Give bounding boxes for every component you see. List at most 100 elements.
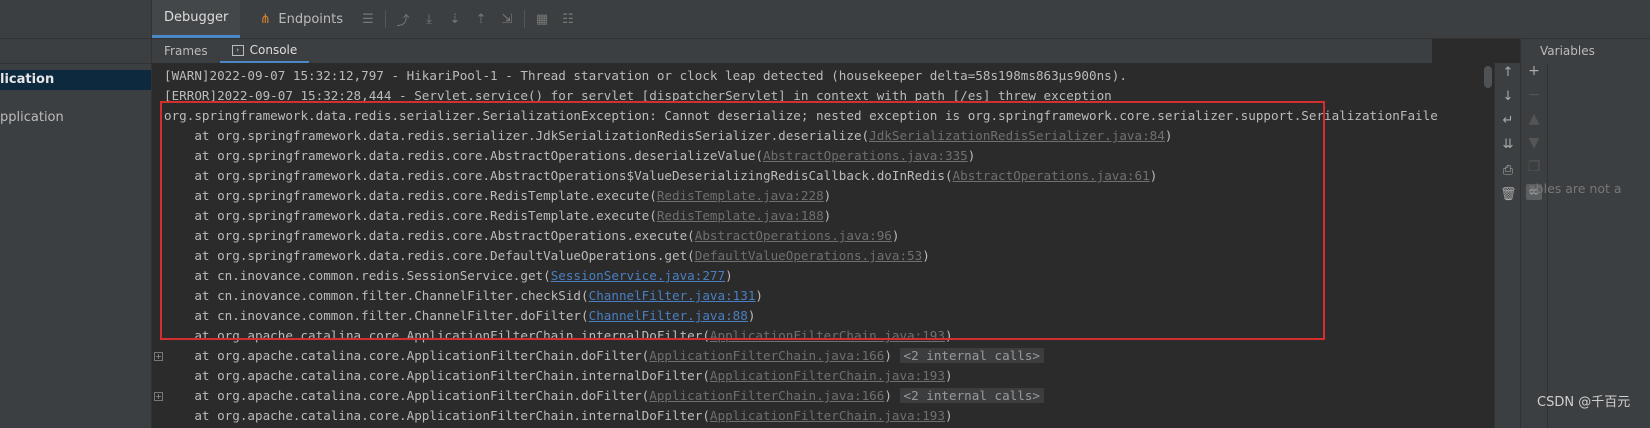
stack-frame-text: at org.apache.catalina.core.ApplicationF… [164, 388, 650, 403]
stack-frame-suffix: ) [944, 408, 953, 423]
console-line: at org.apache.catalina.core.ApplicationF… [164, 405, 953, 426]
add-watch-icon[interactable]: + [1526, 63, 1542, 79]
source-link[interactable]: ApplicationFilterChain.java:193 [710, 368, 945, 383]
layout-menu-icon[interactable]: ☰ [361, 12, 375, 27]
tab-frames[interactable]: Frames [152, 39, 220, 63]
stack-frame-text: at org.springframework.data.redis.core.D… [164, 248, 695, 263]
source-link[interactable]: AbstractOperations.java:335 [763, 148, 968, 163]
source-link[interactable]: ChannelFilter.java:88 [589, 308, 748, 323]
source-link[interactable]: RedisTemplate.java:188 [657, 208, 824, 223]
trace-icon[interactable]: ☷ [561, 12, 575, 27]
console-line: org.springframework.data.redis.serialize… [164, 108, 1438, 123]
stack-frame-suffix: ) [1164, 128, 1173, 143]
console-line: at org.springframework.data.redis.core.R… [164, 205, 831, 226]
stack-frame-text: at org.springframework.data.redis.serial… [164, 128, 870, 143]
trash-icon[interactable]: 🗑 [1500, 187, 1517, 203]
move-down-icon[interactable]: ▼ [1526, 135, 1542, 151]
stack-frame-text: at org.apache.catalina.core.ApplicationF… [164, 368, 710, 383]
source-link[interactable]: ChannelFilter.java:131 [589, 288, 756, 303]
console-line: at org.springframework.data.redis.core.A… [164, 145, 975, 166]
console-line: at org.springframework.data.redis.core.R… [164, 185, 831, 206]
stack-frame-suffix: ) [944, 328, 953, 343]
arrow-down-icon[interactable]: ↓ [1500, 89, 1516, 105]
left-panel: lication pplication [0, 0, 152, 428]
arrow-up-icon[interactable]: ↑ [1500, 65, 1516, 81]
stack-frame-text: at org.springframework.data.redis.core.A… [164, 228, 695, 243]
source-link[interactable]: ApplicationFilterChain.java:166 [649, 388, 884, 403]
source-link[interactable]: ApplicationFilterChain.java:193 [710, 408, 945, 423]
console-scrollbar[interactable] [1484, 66, 1492, 88]
tab-debugger[interactable]: Debugger [152, 0, 241, 38]
console-line: at org.springframework.data.redis.core.D… [164, 245, 930, 266]
console-line: at cn.inovance.common.filter.ChannelFilt… [164, 305, 755, 326]
console-line: at cn.inovance.common.filter.ChannelFilt… [164, 285, 763, 306]
console-icon: › [231, 44, 244, 56]
console-line: at org.apache.catalina.core.ApplicationF… [164, 345, 1044, 366]
stack-frame-suffix: ) [823, 208, 832, 223]
source-link[interactable]: RedisTemplate.java:228 [657, 188, 824, 203]
show-execution-point-icon[interactable]: ⤴ [396, 12, 410, 29]
source-link[interactable]: ApplicationFilterChain.java:166 [649, 348, 884, 363]
stack-frame-suffix: ) [922, 248, 930, 263]
endpoints-icon: ⋔ [259, 11, 271, 27]
stack-frame-suffix: ) [884, 388, 892, 403]
watermark: CSDN @千百元 [1537, 395, 1631, 410]
remove-watch-icon[interactable]: − [1526, 87, 1542, 103]
left-panel-header [0, 0, 151, 39]
variables-title: Variables [1540, 44, 1595, 58]
step-out-icon[interactable]: ⇡ [474, 12, 488, 27]
stack-frame-suffix: ) [891, 228, 900, 243]
tree-item-application[interactable]: pplication [0, 108, 64, 128]
internal-calls-badge[interactable]: <2 internal calls> [899, 348, 1044, 363]
source-link[interactable]: JdkSerializationRedisSerializer.java:84 [869, 128, 1165, 143]
internal-calls-badge[interactable]: <2 internal calls> [899, 388, 1044, 403]
move-up-icon[interactable]: ▲ [1526, 111, 1542, 127]
console-line: [WARN]2022-09-07 15:32:12,797 - HikariPo… [164, 68, 1127, 83]
source-link[interactable]: ApplicationFilterChain.java:193 [710, 328, 945, 343]
step-into-icon[interactable]: ⇣ [448, 12, 462, 27]
tab-label: Endpoints [278, 11, 343, 27]
source-link[interactable]: AbstractOperations.java:61 [953, 168, 1150, 183]
step-over-icon[interactable]: ⤓ [422, 12, 436, 27]
console-line: at org.springframework.data.redis.core.A… [164, 165, 1157, 186]
fold-expand-icon[interactable]: + [154, 352, 163, 361]
debug-toolbar: Debugger ⋔ Endpoints ☰ ⤴ ⤓ ⇣ ⇡ ⇲ ▦ ☷ [152, 0, 1650, 39]
scroll-to-end-icon[interactable]: ⇊ [1500, 137, 1516, 153]
stack-frame-text: at org.apache.catalina.core.ApplicationF… [164, 328, 710, 343]
fold-expand-icon[interactable]: + [154, 392, 163, 401]
source-link[interactable]: DefaultValueOperations.java:53 [695, 248, 922, 263]
tab-label: Console [249, 43, 298, 57]
stack-frame-text: at cn.inovance.common.filter.ChannelFilt… [164, 288, 589, 303]
stack-frame-text: at org.apache.catalina.core.ApplicationF… [164, 348, 650, 363]
source-link[interactable]: SessionService.java:277 [551, 268, 725, 283]
stack-frame-text: at org.springframework.data.redis.core.R… [164, 208, 657, 223]
stack-frame-suffix: ) [1149, 168, 1158, 183]
console-line: at org.apache.catalina.core.ApplicationF… [164, 365, 952, 386]
tab-endpoints[interactable]: ⋔ Endpoints [240, 0, 355, 38]
console-line: at cn.inovance.common.redis.SessionServi… [164, 265, 733, 286]
evaluate-expression-icon[interactable]: ▦ [535, 12, 549, 27]
console-line: at org.springframework.data.redis.serial… [164, 125, 1172, 146]
stack-frame-suffix: ) [755, 288, 764, 303]
console-line: at org.apache.catalina.core.ApplicationF… [164, 325, 953, 346]
stack-frame-text: at cn.inovance.common.redis.SessionServi… [164, 268, 551, 283]
console-line: [ERROR]2022-09-07 15:32:28,444 - Servlet… [164, 88, 1112, 103]
stack-frame-suffix: ) [823, 188, 832, 203]
console-side-toolbar: ↑ ↓ ↵ ⇊ ⎙ 🗑 [1494, 63, 1521, 428]
stack-frame-text: at cn.inovance.common.filter.ChannelFilt… [164, 308, 589, 323]
tree-item-application-selected[interactable]: lication [0, 70, 151, 90]
print-icon[interactable]: ⎙ [1500, 163, 1516, 179]
stack-frame-suffix: ) [884, 348, 892, 363]
stack-frame-suffix: ) [725, 268, 733, 283]
stack-frame-suffix: ) [967, 148, 976, 163]
copy-icon[interactable]: ❐ [1526, 159, 1542, 175]
stack-frame-text: at org.apache.catalina.core.ApplicationF… [164, 408, 710, 423]
variables-empty-text: ables are not a [1528, 181, 1622, 196]
tab-console[interactable]: › Console [219, 39, 310, 63]
soft-wrap-icon[interactable]: ↵ [1500, 113, 1516, 129]
console-output[interactable]: [WARN]2022-09-07 15:32:12,797 - HikariPo… [152, 63, 1494, 428]
tab-label: Debugger [164, 10, 229, 25]
source-link[interactable]: AbstractOperations.java:96 [695, 228, 892, 243]
run-to-cursor-icon[interactable]: ⇲ [500, 12, 514, 27]
console-subbar: Frames › Console [152, 39, 1432, 64]
